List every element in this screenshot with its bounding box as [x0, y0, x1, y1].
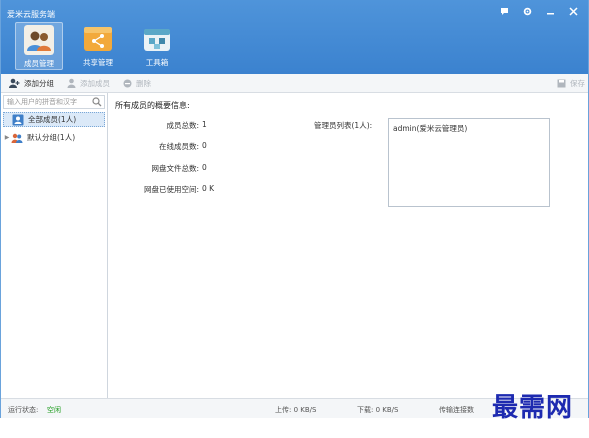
stat-total-label: 成员总数:	[166, 121, 199, 130]
stat-online-label: 在线成员数:	[158, 142, 199, 151]
connection-count: 传输连接数	[439, 406, 474, 414]
admin-list-label: 管理员列表(1人):	[314, 121, 373, 130]
tab-members[interactable]: 成员管理	[15, 22, 63, 70]
delete-button[interactable]: 删除	[123, 78, 151, 89]
add-group-icon	[9, 78, 20, 88]
member-summary-panel: 所有成员的概要信息: 成员总数: 1 在线成员数: 0 网盘文件总数: 0 网盘…	[109, 93, 588, 398]
stat-space-label: 网盘已使用空间:	[143, 185, 199, 194]
add-group-label: 添加分组	[24, 78, 54, 88]
share-icon	[84, 27, 112, 51]
run-status-label: 运行状态:	[8, 406, 39, 414]
add-member-label: 添加成员	[80, 78, 110, 88]
save-icon	[557, 79, 566, 88]
app-window: 爱米云服务端 成员管理 共享管理 工具箱 添加分组 添加成员 删除 保存 输入用…	[0, 0, 589, 418]
toolbox-icon	[144, 29, 170, 51]
tab-members-label: 成员管理	[24, 59, 54, 68]
member-tree-panel: 输入用户的拼音和汉字 全部成员(1人) ▶ 默认分组(1人)	[1, 93, 108, 398]
admin-list-item[interactable]: admin(爱米云管理员)	[393, 123, 545, 134]
add-group-button[interactable]: 添加分组	[9, 78, 54, 89]
member-search-input[interactable]: 输入用户的拼音和汉字	[3, 95, 105, 109]
search-icon[interactable]	[92, 97, 102, 107]
settings-icon[interactable]	[520, 7, 534, 21]
close-icon[interactable]	[566, 7, 580, 21]
delete-label: 删除	[136, 78, 151, 88]
window-controls	[497, 7, 580, 21]
tree-item-default-group[interactable]: ▶ 默认分组(1人)	[3, 130, 105, 145]
run-status-value: 空闲	[47, 406, 61, 414]
tab-toolbox-label: 工具箱	[145, 58, 169, 67]
download-speed: 下载: 0 KB/S	[357, 406, 399, 414]
contact-card-icon	[12, 114, 24, 125]
admin-list[interactable]: admin(爱米云管理员)	[388, 118, 550, 207]
save-label: 保存	[570, 79, 585, 88]
tab-share[interactable]: 共享管理	[74, 22, 122, 70]
tab-toolbox[interactable]: 工具箱	[133, 22, 181, 70]
section-title: 所有成员的概要信息:	[115, 101, 190, 110]
stat-files-value: 0	[202, 163, 207, 172]
stat-space-value: 0 K	[202, 184, 215, 193]
main-tabs: 成员管理 共享管理 工具箱	[15, 22, 181, 70]
delete-icon	[123, 79, 132, 87]
tab-share-label: 共享管理	[83, 58, 113, 67]
toolbar: 添加分组 添加成员 删除 保存	[1, 74, 588, 93]
watermark: 最需网	[491, 393, 573, 423]
stat-total-value: 1	[202, 120, 207, 129]
header-bar: 爱米云服务端 成员管理 共享管理 工具箱	[1, 0, 588, 74]
tree-item-label: 全部成员(1人)	[28, 115, 77, 124]
tree-item-label: 默认分组(1人)	[27, 133, 76, 142]
window-title: 爱米云服务端	[7, 10, 55, 19]
add-member-button[interactable]: 添加成员	[67, 78, 110, 89]
members-icon	[24, 25, 54, 55]
expand-arrow-icon[interactable]: ▶	[3, 134, 11, 141]
chat-icon[interactable]	[497, 7, 511, 21]
save-button[interactable]: 保存	[557, 78, 585, 89]
group-icon	[11, 133, 23, 143]
minimize-icon[interactable]	[543, 7, 557, 21]
add-member-icon	[67, 78, 76, 88]
stat-files-label: 网盘文件总数:	[151, 164, 199, 173]
stat-online-value: 0	[202, 141, 207, 150]
tree-item-all-members[interactable]: 全部成员(1人)	[3, 112, 105, 127]
upload-speed: 上传: 0 KB/S	[275, 406, 317, 414]
search-placeholder: 输入用户的拼音和汉字	[7, 98, 77, 106]
